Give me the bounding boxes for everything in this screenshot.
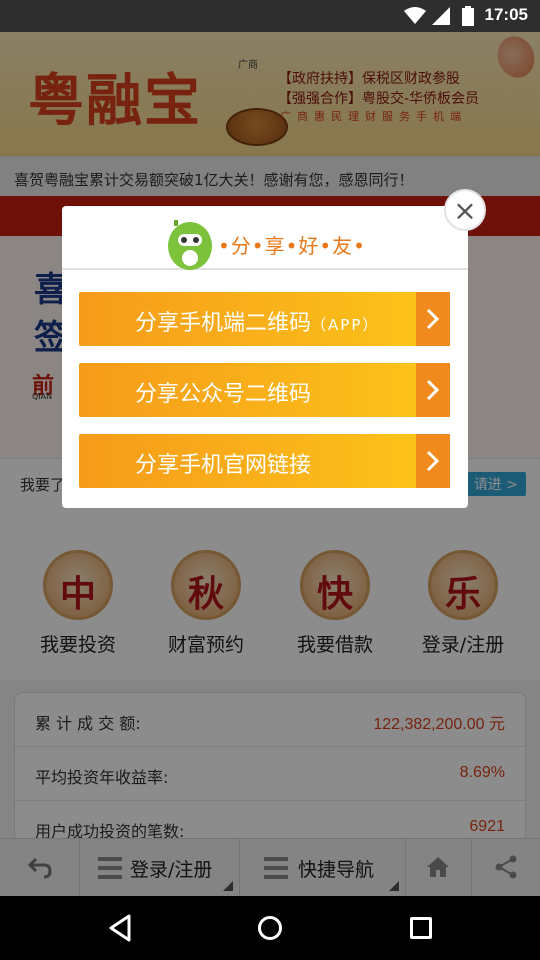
chevron-right-icon	[416, 363, 450, 417]
close-dialog-button[interactable]: ×	[444, 189, 486, 231]
option-suffix: （APP）	[311, 316, 380, 334]
share-mobile-site-link-button[interactable]: 分享手机官网链接	[79, 434, 450, 488]
dialog-title: •分•享•好•友•	[218, 234, 366, 258]
signal-icon	[432, 7, 450, 25]
share-wechat-qrcode-label: 分享公众号二维码	[135, 382, 312, 407]
robot-mascot-icon	[168, 220, 212, 270]
share-dialog: •分•享•好•友• 分享手机端二维码（APP） 分享公众号二维码 分享手机官网链…	[62, 206, 468, 508]
system-nav-bar	[0, 896, 540, 960]
recents-square-icon[interactable]	[410, 917, 432, 939]
status-bar: 17:05	[0, 0, 540, 32]
home-circle-icon[interactable]	[258, 916, 282, 940]
share-wechat-qrcode-button[interactable]: 分享公众号二维码	[79, 363, 450, 417]
share-mobile-site-link-label: 分享手机官网链接	[135, 453, 312, 478]
battery-icon	[462, 6, 474, 26]
close-icon: ×	[453, 194, 477, 227]
wifi-icon	[404, 7, 426, 24]
option-text: 分享手机端二维码	[135, 311, 312, 336]
clock: 17:05	[484, 5, 528, 24]
dialog-header: •分•享•好•友•	[62, 206, 468, 270]
share-app-qrcode-button[interactable]: 分享手机端二维码（APP）	[79, 292, 450, 346]
share-app-qrcode-label: 分享手机端二维码（APP）	[135, 305, 379, 337]
chevron-right-icon	[416, 292, 450, 346]
back-triangle-icon[interactable]	[108, 914, 132, 942]
chevron-right-icon	[416, 434, 450, 488]
